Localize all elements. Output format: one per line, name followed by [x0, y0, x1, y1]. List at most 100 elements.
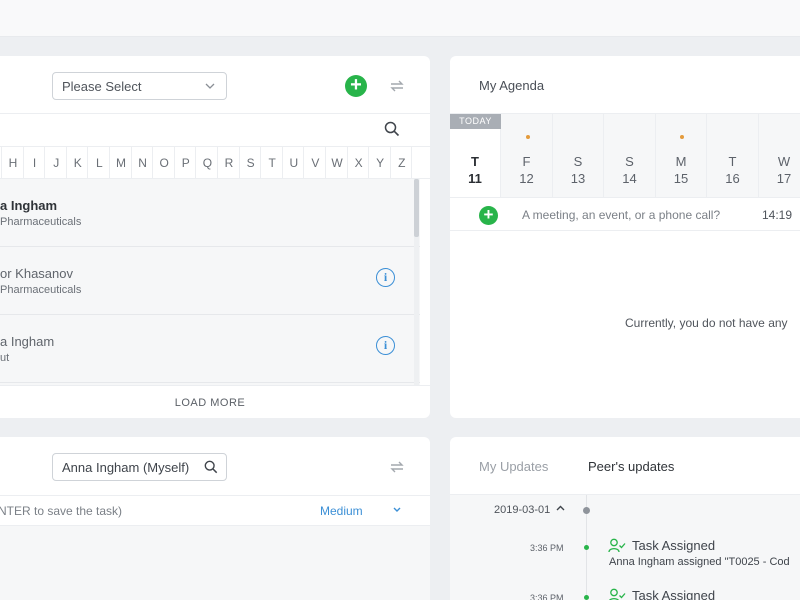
day-of-week: M — [675, 154, 687, 169]
agenda-title: My Agenda — [479, 78, 545, 93]
task-input[interactable]: ENTER to save the task) Medium — [0, 496, 430, 526]
alpha-divider — [22, 147, 24, 179]
alpha-letter-l[interactable]: L — [92, 156, 106, 170]
alpha-letter-z[interactable]: Z — [395, 156, 409, 170]
day-number: 15 — [673, 171, 689, 186]
task-input-hint[interactable]: ENTER to save the task) — [0, 504, 122, 518]
event-description[interactable]: Anna Ingham assigned "T0025 - Cod — [609, 556, 790, 568]
alpha-letter-q[interactable]: Q — [200, 156, 214, 170]
alpha-letter-m[interactable]: M — [114, 156, 128, 170]
scrollbar-thumb[interactable] — [414, 179, 419, 237]
alpha-letter-s[interactable]: S — [244, 156, 258, 170]
top-bar — [0, 0, 800, 37]
day-11[interactable]: TODAY T 11 — [450, 114, 501, 197]
contacts-card: Please Select + HIJKLMNOPQRSTUVWXYZ a In… — [0, 56, 430, 418]
contact-row[interactable]: or Khasanov Pharmaceuticals i — [0, 247, 420, 315]
updates-header: My Updates Peer's updates — [450, 437, 800, 495]
tab-my-updates[interactable]: My Updates — [479, 459, 548, 474]
alpha-divider — [411, 147, 413, 179]
alpha-divider — [325, 147, 326, 179]
chevron-up-icon[interactable] — [556, 505, 565, 512]
day-12[interactable]: F 12 — [502, 114, 553, 197]
agenda-input-placeholder[interactable]: A meeting, an event, or a phone call? — [522, 208, 720, 222]
alpha-divider — [238, 147, 240, 179]
chevron-down-icon — [205, 83, 215, 89]
agenda-header: My Agenda — [450, 56, 800, 114]
alpha-divider — [217, 147, 218, 179]
contact-search-bar[interactable] — [0, 114, 430, 147]
contact-organization: ut — [0, 352, 10, 364]
alpha-divider — [109, 147, 110, 179]
day-17[interactable]: W 17 — [759, 114, 800, 197]
alpha-divider — [130, 147, 132, 179]
alpha-letter-y[interactable]: Y — [373, 156, 387, 170]
alpha-divider — [44, 147, 46, 179]
alpha-letter-t[interactable]: T — [265, 156, 279, 170]
alpha-divider — [65, 147, 67, 179]
select-placeholder: Please Select — [62, 79, 142, 94]
info-icon[interactable]: i — [376, 336, 395, 355]
assignee-value[interactable]: Anna Ingham (Myself) — [62, 460, 189, 475]
event-time: 3:36 PM — [530, 593, 564, 600]
alpha-letter-x[interactable]: X — [352, 156, 366, 170]
search-icon[interactable] — [384, 121, 400, 137]
day-of-week: T — [728, 154, 737, 169]
event-dot — [584, 595, 589, 600]
day-of-week: S — [625, 154, 634, 169]
chevron-down-icon[interactable] — [392, 506, 402, 514]
day-16[interactable]: T 16 — [708, 114, 759, 197]
day-14[interactable]: S 14 — [605, 114, 656, 197]
alpha-letter-h[interactable]: H — [6, 156, 20, 170]
alpha-letter-o[interactable]: O — [157, 156, 171, 170]
event-title[interactable]: Task Assigned — [632, 538, 715, 553]
alpha-letter-w[interactable]: W — [330, 156, 344, 170]
agenda-quick-add[interactable]: + A meeting, an event, or a phone call? … — [450, 197, 800, 231]
event-indicator-dot — [680, 135, 684, 139]
tasks-header: Anna Ingham (Myself) — [0, 437, 430, 496]
alpha-divider — [368, 147, 370, 179]
alpha-letter-j[interactable]: J — [49, 156, 63, 170]
day-of-week: F — [522, 154, 531, 169]
info-icon[interactable]: i — [376, 268, 395, 287]
alpha-letter-u[interactable]: U — [287, 156, 301, 170]
alpha-letter-r[interactable]: R — [222, 156, 236, 170]
alpha-letter-k[interactable]: K — [71, 156, 85, 170]
refresh-icon[interactable] — [388, 77, 406, 95]
task-list — [0, 526, 430, 600]
day-strip: TODAY T 11 F 12 S 13 S 14 M 15 T 16 W 17 — [450, 114, 800, 197]
alpha-letter-p[interactable]: P — [179, 156, 193, 170]
user-check-icon — [609, 588, 626, 600]
contact-organization: Pharmaceuticals — [0, 216, 82, 228]
tab-peer-updates[interactable]: Peer's updates — [588, 459, 674, 474]
priority-select[interactable]: Medium — [320, 504, 363, 518]
alpha-divider — [152, 147, 154, 179]
day-15[interactable]: M 15 — [656, 114, 707, 197]
load-more-button[interactable]: LOAD MORE — [0, 385, 430, 418]
alpha-divider — [346, 147, 348, 179]
today-label: TODAY — [450, 114, 501, 129]
alpha-divider — [195, 147, 197, 179]
alpha-divider — [303, 147, 305, 179]
contact-name: a Ingham — [0, 334, 55, 349]
agenda-input-time[interactable]: 14:19 — [762, 208, 792, 222]
add-contact-button[interactable]: + — [345, 75, 367, 97]
contact-filter-select[interactable]: Please Select — [52, 72, 227, 100]
assignee-search-field[interactable]: Anna Ingham (Myself) — [52, 453, 227, 481]
event-title[interactable]: Task Assigned — [632, 588, 715, 600]
alpha-letter-i[interactable]: I — [28, 156, 42, 170]
search-icon[interactable] — [204, 460, 218, 474]
add-event-button[interactable]: + — [479, 206, 498, 225]
contact-list-scrollbar[interactable] — [414, 179, 419, 385]
alpha-letter-v[interactable]: V — [308, 156, 322, 170]
day-number: 17 — [776, 171, 792, 186]
day-13[interactable]: S 13 — [553, 114, 604, 197]
alpha-divider — [173, 147, 175, 179]
contact-row[interactable]: a Ingham Pharmaceuticals — [0, 179, 420, 247]
day-of-week: S — [573, 154, 583, 169]
contact-row[interactable]: a Ingham ut i — [0, 315, 420, 383]
contact-name: or Khasanov — [0, 266, 73, 281]
agenda-empty-message: Currently, you do not have any — [625, 316, 788, 330]
user-check-icon — [608, 538, 626, 553]
refresh-icon[interactable] — [388, 458, 406, 476]
alpha-letter-n[interactable]: N — [136, 156, 150, 170]
